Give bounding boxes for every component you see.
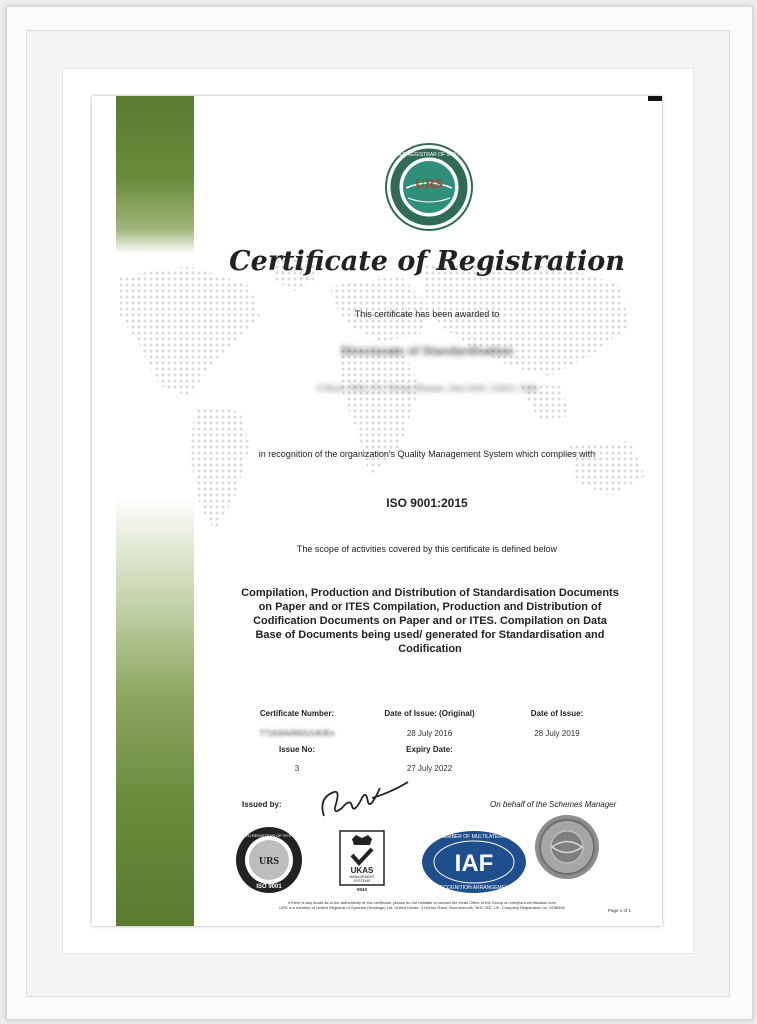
ukas-sub2: SYSTEMS [354,879,371,883]
date-original-label: Date of Issue: (Original) [384,709,475,718]
scope-line: Codification [398,643,462,655]
organization-name: Directorate of Standardisation [340,344,514,358]
awarded-line: This certificate has been awarded to [354,309,500,319]
scope-description: Compilation, Production and Distribution… [220,586,640,656]
organization-address: H Block, DHQ, P.O. Nirman Bhawan, New De… [316,384,538,393]
iso-standard: ISO 9001:2015 [386,496,468,510]
date-issue-label: Date of Issue: [530,709,584,718]
certificate-page: URS UNITED REGISTRAR OF SYSTEMS Certific… [92,96,662,926]
footer-company: URS is a member of United Registrar of S… [279,905,565,910]
picture-frame: URS UNITED REGISTRAR OF SYSTEMS Certific… [0,0,757,1024]
urs-iso-badge: URS UNITED REGISTRAR OF SYSTEMS ISO 9001 [236,827,303,893]
scope-line: Compilation, Production and Distribution… [241,587,619,599]
urs-badge-text: URS [259,856,279,867]
certificate-number-value: 77163/A/0001/UK/En [259,729,335,738]
urs-ring-text: UNITED REGISTRAR OF SYSTEMS [388,152,471,158]
iaf-badge: IAF MEMBER OF MULTILATERAL RECOGNITION A… [422,831,526,893]
certificate-number-label: Certificate Number: [259,709,335,718]
issued-by-label: Issued by: [242,800,282,809]
date-issue-value: 28 July 2019 [534,729,580,738]
urs-top-logo: URS UNITED REGISTRAR OF SYSTEMS [385,143,473,231]
embossed-seal [535,815,599,879]
scope-line: Codification Documents on Paper and or I… [253,615,607,627]
signature [321,781,409,817]
date-original-value: 28 July 2016 [406,729,453,738]
ukas-badge: UKAS MANAGEMENT SYSTEMS 0043 [339,830,385,892]
ukas-code: 0043 [357,887,368,892]
scope-line: on Paper and or ITES Compilation, Produc… [258,601,602,613]
urs-logo-text: URS [415,177,443,192]
iaf-ring-top: MEMBER OF MULTILATERAL [440,834,508,840]
iaf-ring-bottom: RECOGNITION ARRANGEMENT [436,885,511,891]
expiry-label: Expiry Date: [406,745,453,754]
page-number: Page 1 of 1 [608,908,632,913]
urs-badge-ring-text: UNITED REGISTRAR OF SYSTEMS [236,833,303,838]
corner-mark [648,96,662,101]
on-behalf-label: On behalf of the Schemes Manager [490,800,617,809]
recognition-line: in recognition of the organization's Qua… [258,449,596,459]
ukas-name: UKAS [351,866,374,875]
scope-intro: The scope of activities covered by this … [296,544,558,554]
urs-badge-iso: ISO 9001 [256,884,282,890]
scope-line: Base of Documents being used/ generated … [255,629,605,641]
iaf-text: IAF [455,850,494,877]
certificate-title: Certificate of Registration [229,246,625,277]
issue-no-label: Issue No: [278,745,315,754]
